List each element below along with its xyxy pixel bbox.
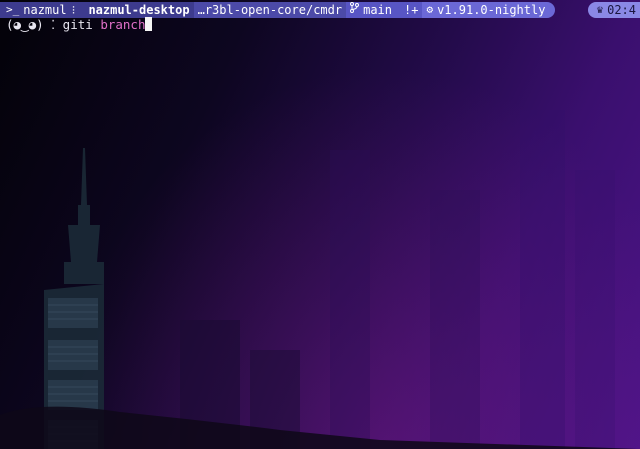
rust-gear-icon: ⚙ xyxy=(426,3,434,16)
prompt-git-branch: main xyxy=(363,3,392,17)
prompt-time: 02:4 xyxy=(607,3,636,17)
command-line[interactable]: (◕‿◕) ⁚ giti branch xyxy=(6,16,153,34)
text-cursor xyxy=(145,17,153,31)
prompt-path-segment: …r3bl-open-core/cmdr xyxy=(193,2,347,18)
command-name: giti xyxy=(62,17,93,32)
command-argument: branch xyxy=(100,17,146,32)
prompt-time-segment: ♛ 02:4 xyxy=(588,2,640,18)
prompt-git-segment: main !+ xyxy=(346,2,423,18)
prompt-git-status: !+ xyxy=(404,3,419,17)
clock-icon: ♛ xyxy=(596,3,604,16)
prompt-working-directory: …r3bl-open-core/cmdr xyxy=(197,3,343,17)
city-skyline-wallpaper xyxy=(0,110,640,449)
prompt-runtime-version: v1.91.0-nightly xyxy=(437,3,546,17)
prompt-runtime-segment: ⚙ v1.91.0-nightly xyxy=(422,2,556,18)
prompt-symbol: (◕‿◕) ⁚ xyxy=(6,17,56,32)
background-glow xyxy=(0,0,640,449)
git-branch-icon xyxy=(350,2,360,18)
